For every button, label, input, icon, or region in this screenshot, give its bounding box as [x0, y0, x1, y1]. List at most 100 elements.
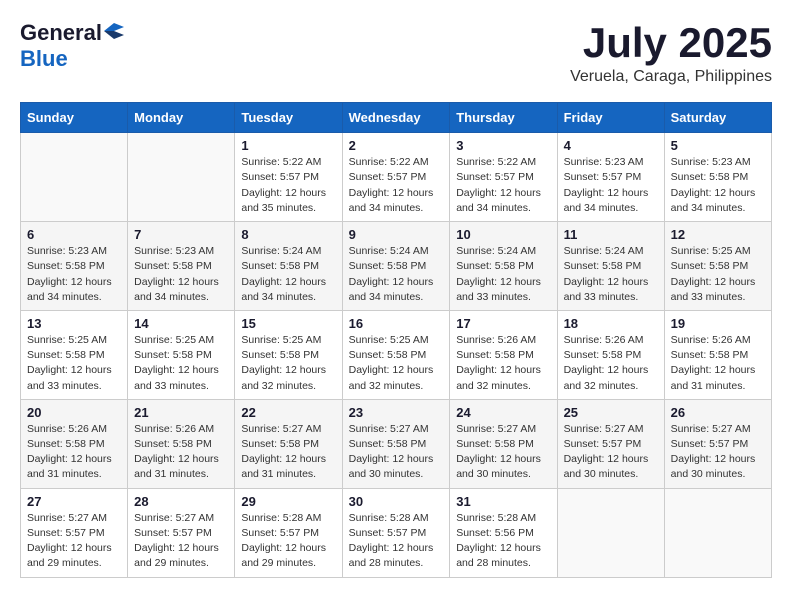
cell-info: Sunrise: 5:24 AMSunset: 5:58 PMDaylight:… — [241, 244, 335, 305]
calendar-cell: 13 Sunrise: 5:25 AMSunset: 5:58 PMDayligh… — [21, 310, 128, 399]
calendar-cell: 3 Sunrise: 5:22 AMSunset: 5:57 PMDaylight… — [450, 133, 557, 222]
calendar-cell: 21 Sunrise: 5:26 AMSunset: 5:58 PMDayligh… — [128, 399, 235, 488]
calendar-cell: 27 Sunrise: 5:27 AMSunset: 5:57 PMDayligh… — [21, 488, 128, 577]
day-number: 16 — [349, 316, 444, 331]
day-number: 12 — [671, 227, 765, 242]
cell-info: Sunrise: 5:25 AMSunset: 5:58 PMDaylight:… — [671, 244, 765, 305]
cell-info: Sunrise: 5:28 AMSunset: 5:56 PMDaylight:… — [456, 511, 550, 572]
col-header-monday: Monday — [128, 103, 235, 133]
calendar-cell: 26 Sunrise: 5:27 AMSunset: 5:57 PMDayligh… — [664, 399, 771, 488]
calendar-cell: 28Sunrise: 5:27 AMSunset: 5:57 PMDayligh… — [128, 488, 235, 577]
calendar-cell: 11 Sunrise: 5:24 AMSunset: 5:58 PMDayligh… — [557, 222, 664, 311]
day-number: 14 — [134, 316, 228, 331]
cell-info: Sunrise: 5:27 AMSunset: 5:57 PMDaylight:… — [671, 422, 765, 483]
col-header-friday: Friday — [557, 103, 664, 133]
calendar-cell: 23 Sunrise: 5:27 AMSunset: 5:58 PMDayligh… — [342, 399, 450, 488]
day-number: 29 — [241, 494, 335, 509]
calendar-cell: 19Sunrise: 5:26 AMSunset: 5:58 PMDayligh… — [664, 310, 771, 399]
logo-general-text: General — [20, 20, 102, 46]
col-header-sunday: Sunday — [21, 103, 128, 133]
calendar-cell — [664, 488, 771, 577]
calendar-cell: 8Sunrise: 5:24 AMSunset: 5:58 PMDaylight… — [235, 222, 342, 311]
cell-info: Sunrise: 5:27 AMSunset: 5:57 PMDaylight:… — [564, 422, 658, 483]
day-number: 27 — [27, 494, 121, 509]
calendar-cell: 2 Sunrise: 5:22 AMSunset: 5:57 PMDaylight… — [342, 133, 450, 222]
day-number: 6 — [27, 227, 121, 242]
calendar-table: SundayMondayTuesdayWednesdayThursdayFrid… — [20, 102, 772, 577]
cell-info: Sunrise: 5:22 AMSunset: 5:57 PMDaylight:… — [349, 155, 444, 216]
day-number: 21 — [134, 405, 228, 420]
cell-info: Sunrise: 5:25 AMSunset: 5:58 PMDaylight:… — [349, 333, 444, 394]
day-number: 1 — [241, 138, 335, 153]
cell-info: Sunrise: 5:27 AMSunset: 5:58 PMDaylight:… — [456, 422, 550, 483]
calendar-header-row: SundayMondayTuesdayWednesdayThursdayFrid… — [21, 103, 772, 133]
calendar-week-5: 27 Sunrise: 5:27 AMSunset: 5:57 PMDayligh… — [21, 488, 772, 577]
calendar-cell: 5Sunrise: 5:23 AMSunset: 5:58 PMDaylight… — [664, 133, 771, 222]
cell-info: Sunrise: 5:27 AMSunset: 5:58 PMDaylight:… — [349, 422, 444, 483]
cell-info: Sunrise: 5:27 AMSunset: 5:57 PMDaylight:… — [27, 511, 121, 572]
day-number: 4 — [564, 138, 658, 153]
day-number: 17 — [456, 316, 550, 331]
day-number: 13 — [27, 316, 121, 331]
cell-info: Sunrise: 5:25 AMSunset: 5:58 PMDaylight:… — [241, 333, 335, 394]
cell-info: Sunrise: 5:22 AMSunset: 5:57 PMDaylight:… — [241, 155, 335, 216]
cell-info: Sunrise: 5:28 AMSunset: 5:57 PMDaylight:… — [349, 511, 444, 572]
calendar-cell — [557, 488, 664, 577]
cell-info: Sunrise: 5:24 AMSunset: 5:58 PMDaylight:… — [564, 244, 658, 305]
day-number: 23 — [349, 405, 444, 420]
calendar-week-1: 1 Sunrise: 5:22 AMSunset: 5:57 PMDaylight… — [21, 133, 772, 222]
calendar-cell: 6 Sunrise: 5:23 AMSunset: 5:58 PMDaylight… — [21, 222, 128, 311]
cell-info: Sunrise: 5:23 AMSunset: 5:58 PMDaylight:… — [134, 244, 228, 305]
cell-info: Sunrise: 5:26 AMSunset: 5:58 PMDaylight:… — [671, 333, 765, 394]
calendar-cell: 24Sunrise: 5:27 AMSunset: 5:58 PMDayligh… — [450, 399, 557, 488]
day-number: 3 — [456, 138, 550, 153]
calendar-cell: 10Sunrise: 5:24 AMSunset: 5:58 PMDayligh… — [450, 222, 557, 311]
cell-info: Sunrise: 5:22 AMSunset: 5:57 PMDaylight:… — [456, 155, 550, 216]
logo-bird-icon — [104, 23, 124, 39]
col-header-saturday: Saturday — [664, 103, 771, 133]
day-number: 2 — [349, 138, 444, 153]
logo: General Blue — [20, 20, 124, 72]
calendar-cell: 17Sunrise: 5:26 AMSunset: 5:58 PMDayligh… — [450, 310, 557, 399]
title-block: July 2025 Veruela, Caraga, Philippines — [570, 20, 772, 86]
col-header-thursday: Thursday — [450, 103, 557, 133]
calendar-cell: 22Sunrise: 5:27 AMSunset: 5:58 PMDayligh… — [235, 399, 342, 488]
cell-info: Sunrise: 5:27 AMSunset: 5:58 PMDaylight:… — [241, 422, 335, 483]
calendar-cell — [128, 133, 235, 222]
cell-info: Sunrise: 5:23 AMSunset: 5:58 PMDaylight:… — [27, 244, 121, 305]
cell-info: Sunrise: 5:23 AMSunset: 5:57 PMDaylight:… — [564, 155, 658, 216]
day-number: 20 — [27, 405, 121, 420]
cell-info: Sunrise: 5:25 AMSunset: 5:58 PMDaylight:… — [134, 333, 228, 394]
day-number: 11 — [564, 227, 658, 242]
logo-blue-text: Blue — [20, 46, 68, 71]
day-number: 10 — [456, 227, 550, 242]
col-header-tuesday: Tuesday — [235, 103, 342, 133]
calendar-cell: 7Sunrise: 5:23 AMSunset: 5:58 PMDaylight… — [128, 222, 235, 311]
calendar-cell: 9Sunrise: 5:24 AMSunset: 5:58 PMDaylight… — [342, 222, 450, 311]
calendar-cell: 20 Sunrise: 5:26 AMSunset: 5:58 PMDayligh… — [21, 399, 128, 488]
day-number: 15 — [241, 316, 335, 331]
cell-info: Sunrise: 5:24 AMSunset: 5:58 PMDaylight:… — [349, 244, 444, 305]
cell-info: Sunrise: 5:23 AMSunset: 5:58 PMDaylight:… — [671, 155, 765, 216]
cell-info: Sunrise: 5:26 AMSunset: 5:58 PMDaylight:… — [134, 422, 228, 483]
calendar-cell: 31 Sunrise: 5:28 AMSunset: 5:56 PMDayligh… — [450, 488, 557, 577]
cell-info: Sunrise: 5:26 AMSunset: 5:58 PMDaylight:… — [564, 333, 658, 394]
day-number: 26 — [671, 405, 765, 420]
calendar-cell: 25Sunrise: 5:27 AMSunset: 5:57 PMDayligh… — [557, 399, 664, 488]
calendar-cell: 30Sunrise: 5:28 AMSunset: 5:57 PMDayligh… — [342, 488, 450, 577]
calendar-cell: 1 Sunrise: 5:22 AMSunset: 5:57 PMDaylight… — [235, 133, 342, 222]
calendar-cell: 18 Sunrise: 5:26 AMSunset: 5:58 PMDayligh… — [557, 310, 664, 399]
calendar-week-4: 20 Sunrise: 5:26 AMSunset: 5:58 PMDayligh… — [21, 399, 772, 488]
cell-info: Sunrise: 5:26 AMSunset: 5:58 PMDaylight:… — [27, 422, 121, 483]
calendar-cell: 4 Sunrise: 5:23 AMSunset: 5:57 PMDaylight… — [557, 133, 664, 222]
cell-info: Sunrise: 5:27 AMSunset: 5:57 PMDaylight:… — [134, 511, 228, 572]
day-number: 31 — [456, 494, 550, 509]
calendar-week-3: 13 Sunrise: 5:25 AMSunset: 5:58 PMDayligh… — [21, 310, 772, 399]
calendar-cell: 15 Sunrise: 5:25 AMSunset: 5:58 PMDayligh… — [235, 310, 342, 399]
calendar-week-2: 6 Sunrise: 5:23 AMSunset: 5:58 PMDaylight… — [21, 222, 772, 311]
calendar-cell: 29Sunrise: 5:28 AMSunset: 5:57 PMDayligh… — [235, 488, 342, 577]
month-title: July 2025 — [570, 20, 772, 66]
cell-info: Sunrise: 5:25 AMSunset: 5:58 PMDaylight:… — [27, 333, 121, 394]
calendar-cell — [21, 133, 128, 222]
day-number: 18 — [564, 316, 658, 331]
